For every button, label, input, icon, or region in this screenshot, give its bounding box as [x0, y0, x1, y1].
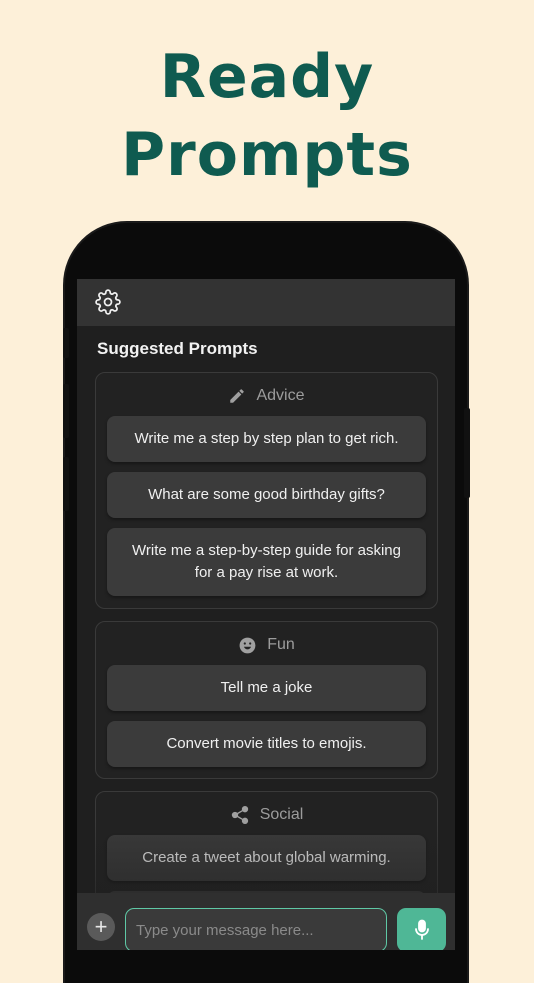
phone-side-button: [464, 408, 470, 498]
prompt-button[interactable]: Tell me a joke: [107, 665, 426, 711]
app-screen: Suggested Prompts Advice Write me a step…: [77, 279, 455, 950]
message-composer: +: [77, 893, 455, 950]
add-button[interactable]: +: [87, 913, 115, 941]
category-card-fun: Fun Tell me a joke Convert movie titles …: [95, 621, 438, 779]
microphone-button[interactable]: [397, 908, 446, 950]
prompt-button[interactable]: Write me a step-by-step guide for asking…: [107, 528, 426, 596]
promo-title-line-2: Prompts: [121, 120, 413, 190]
phone-side-button: [63, 384, 69, 438]
microphone-icon: [414, 919, 429, 940]
prompt-button[interactable]: Convert movie titles to emojis.: [107, 721, 426, 767]
category-header: Social: [96, 804, 437, 826]
smiley-icon: [239, 637, 256, 653]
gear-icon[interactable]: [95, 289, 121, 315]
category-card-advice: Advice Write me a step by step plan to g…: [95, 372, 438, 609]
section-heading: Suggested Prompts: [97, 339, 258, 358]
category-name: Advice: [256, 387, 305, 404]
category-name: Fun: [267, 636, 295, 653]
prompt-button[interactable]: Write me a step by step plan to get rich…: [107, 416, 426, 462]
top-bar: [77, 279, 455, 326]
pencil-icon: [230, 389, 245, 403]
category-name: Social: [259, 806, 304, 823]
plus-icon: +: [94, 914, 108, 939]
promo-title-line-1: Ready: [159, 42, 375, 112]
phone-side-button: [63, 328, 69, 358]
category-header: Fun: [96, 634, 437, 656]
category-header: Advice: [96, 385, 437, 407]
prompt-button[interactable]: Create a tweet about global warming.: [107, 835, 426, 881]
prompt-button[interactable]: What are some good birthday gifts?: [107, 472, 426, 518]
promo-title: Ready Prompts: [0, 38, 534, 194]
message-input[interactable]: [125, 908, 387, 950]
phone-side-button: [63, 457, 69, 511]
share-icon: [231, 806, 248, 824]
